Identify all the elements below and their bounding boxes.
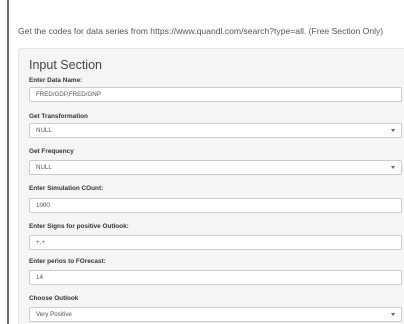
frequency-select[interactable]: NULL <box>29 160 402 175</box>
simulation-count-input[interactable]: 1000 <box>29 198 402 213</box>
left-border-rule <box>7 0 9 324</box>
simulation-count-label: Enter Simulation COunt: <box>29 185 104 192</box>
outlook-label: Choose Outlook <box>29 295 79 302</box>
transformation-label: Get Transformation <box>29 113 88 120</box>
instructions-text: Get the codes for data series from https… <box>18 26 384 36</box>
data-name-label: Enter Data Name: <box>29 77 83 84</box>
transformation-value: NULL <box>36 127 52 134</box>
outlook-value: Very Positive <box>36 311 72 318</box>
chevron-down-icon <box>391 313 395 316</box>
positive-signs-label: Enter Signs for positive Outlook: <box>29 223 129 230</box>
chevron-down-icon <box>391 129 395 132</box>
frequency-label: Get Frequency <box>29 148 74 155</box>
input-section-panel: Input Section Enter Data Name: FRED/GDP,… <box>18 48 404 324</box>
chevron-down-icon <box>391 166 395 169</box>
frequency-value: NULL <box>36 164 52 171</box>
app-page: Get the codes for data series from https… <box>0 0 404 324</box>
transformation-select[interactable]: NULL <box>29 123 402 138</box>
data-name-input[interactable]: FRED/GDP,FRED/GNP <box>29 87 402 102</box>
positive-signs-input[interactable]: +,+ <box>29 235 402 250</box>
forecast-periods-input[interactable]: 14 <box>29 270 402 285</box>
outlook-select[interactable]: Very Positive <box>29 307 402 322</box>
forecast-periods-label: Enter perios to FOrecast: <box>29 258 106 265</box>
section-title: Input Section <box>29 58 102 72</box>
